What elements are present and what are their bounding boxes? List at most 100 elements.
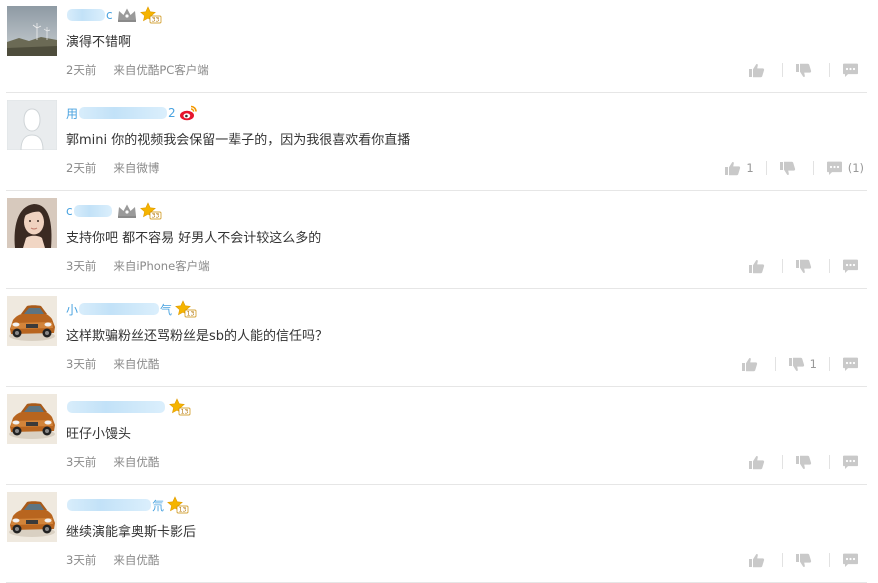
comment-meta: 3天前 来自优酷 [66, 356, 159, 372]
comment-header: 用2 [66, 103, 197, 123]
star-level-icon: 13 [175, 300, 197, 318]
chat-bubble-icon [842, 455, 859, 470]
dislike-button[interactable] [783, 63, 829, 78]
username-blur [79, 107, 168, 119]
badge-group: 33 [116, 6, 162, 24]
star-level-icon: 13 [167, 496, 189, 514]
username-link[interactable] [66, 401, 166, 413]
comment-item: c 33 支持你吧 都不容易 好男人不会计较这么多的 3天前 来自iPhone客户端 [0, 191, 878, 289]
reply-button[interactable] [830, 455, 864, 470]
username-link[interactable]: c [66, 204, 113, 218]
comment-actions [736, 451, 864, 473]
avatar[interactable] [7, 100, 57, 150]
dislike-button[interactable]: 1 [776, 357, 829, 372]
comment-header: 13 [66, 397, 191, 417]
like-button[interactable] [736, 553, 782, 568]
avatar[interactable] [7, 492, 57, 542]
username-link[interactable]: 小气 [66, 301, 172, 318]
comment-source: 来自优酷 [113, 357, 160, 371]
avatar[interactable] [7, 296, 57, 346]
weibo-logo-icon [179, 105, 197, 121]
comment-source: 来自iPhone客户端 [113, 259, 210, 273]
username-blur [67, 401, 165, 413]
chat-bubble-icon [826, 161, 843, 176]
dislike-button[interactable] [767, 161, 813, 176]
comment-item: 小气 13 这样欺骗粉丝还骂粉丝是sb的人能的信任吗？ 3天前 来自优酷 1 [0, 289, 878, 387]
comment-time: 2天前 [66, 63, 97, 77]
username-link[interactable]: 氘 [66, 497, 164, 514]
like-button[interactable] [736, 259, 782, 274]
username-start: 用 [66, 106, 79, 121]
avatar[interactable] [7, 198, 57, 248]
thumbs-up-icon [741, 357, 758, 372]
username-blur [79, 303, 160, 315]
username-link[interactable]: 用2 [66, 105, 176, 122]
comment-header: c 33 [66, 5, 162, 25]
username-link[interactable]: c [66, 8, 113, 22]
username-end: 气 [160, 302, 173, 317]
svg-text:13: 13 [187, 311, 195, 318]
like-button[interactable] [736, 63, 782, 78]
thumbs-up-icon [748, 259, 765, 274]
comment-item: 氘 13 继续演能拿奥斯卡影后 3天前 来自优酷 [0, 485, 878, 583]
star-level-icon: 33 [139, 202, 162, 220]
thumbs-down-icon [795, 259, 812, 274]
comment-list: c 33 演得不错啊 2天前 来自优酷PC客户端用 2 郭mini 你的视频我会保留一辈子的… [0, 0, 878, 583]
comment-text: 这样欺骗粉丝还骂粉丝是sb的人能的信任吗？ [66, 329, 329, 344]
svg-text:33: 33 [151, 213, 159, 220]
comment-actions: 1 [729, 353, 864, 375]
comment-header: 氘 13 [66, 495, 189, 515]
like-button[interactable] [736, 455, 782, 470]
comment-actions [736, 549, 864, 571]
comment-time: 3天前 [66, 553, 97, 567]
comment-meta: 2天前 来自优酷PC客户端 [66, 62, 209, 78]
comment-meta: 3天前 来自iPhone客户端 [66, 258, 210, 274]
comment-item: 用 2 郭mini 你的视频我会保留一辈子的，因为我很喜欢看你直播 2天前 来自微博 1 (… [0, 93, 878, 191]
like-button[interactable] [729, 357, 775, 372]
dislike-button[interactable] [783, 259, 829, 274]
reply-button[interactable] [830, 63, 864, 78]
avatar[interactable] [7, 6, 57, 56]
thumbs-up-icon [748, 553, 765, 568]
comment-time: 3天前 [66, 357, 97, 371]
username-blur [67, 499, 151, 511]
username-start: 小 [66, 302, 79, 317]
badge-group: 13 [169, 398, 191, 416]
reply-count: (1) [847, 161, 864, 175]
username-end: 氘 [152, 498, 165, 513]
username-blur [73, 205, 112, 217]
reply-button[interactable]: (1) [814, 161, 864, 176]
comment-item: c 33 演得不错啊 2天前 来自优酷PC客户端 [0, 0, 878, 93]
svg-text:13: 13 [181, 409, 189, 416]
comment-actions [736, 59, 864, 81]
chat-bubble-icon [842, 553, 859, 568]
star-level-icon: 13 [169, 398, 191, 416]
crown-icon [116, 7, 138, 23]
comment-meta: 3天前 来自优酷 [66, 552, 159, 568]
comment-text: 支持你吧 都不容易 好男人不会计较这么多的 [66, 231, 322, 246]
like-button[interactable]: 1 [712, 161, 765, 176]
dislike-button[interactable] [783, 455, 829, 470]
dislike-button[interactable] [783, 553, 829, 568]
username-start: c [66, 204, 73, 218]
comment-source: 来自优酷 [113, 455, 160, 469]
badge-group: 13 [167, 496, 189, 514]
avatar[interactable] [7, 394, 57, 444]
star-level-icon: 33 [139, 6, 162, 24]
thumbs-down-icon [795, 63, 812, 78]
svg-text:13: 13 [179, 507, 187, 514]
comment-meta: 2天前 来自微博 [66, 160, 159, 176]
comment-item: 13 旺仔小馒头 3天前 来自优酷 [0, 387, 878, 485]
thumbs-down-icon [779, 161, 796, 176]
thumbs-up-icon [724, 161, 741, 176]
badge-group: 13 [175, 300, 197, 318]
like-count: 1 [746, 161, 754, 175]
comment-actions: 1 (1) [712, 157, 864, 179]
reply-button[interactable] [830, 259, 864, 274]
comment-text: 郭mini 你的视频我会保留一辈子的，因为我很喜欢看你直播 [66, 133, 411, 148]
thumbs-down-icon [795, 455, 812, 470]
comment-text: 旺仔小馒头 [66, 427, 132, 442]
svg-text:33: 33 [151, 17, 159, 24]
reply-button[interactable] [830, 357, 864, 372]
reply-button[interactable] [830, 553, 864, 568]
